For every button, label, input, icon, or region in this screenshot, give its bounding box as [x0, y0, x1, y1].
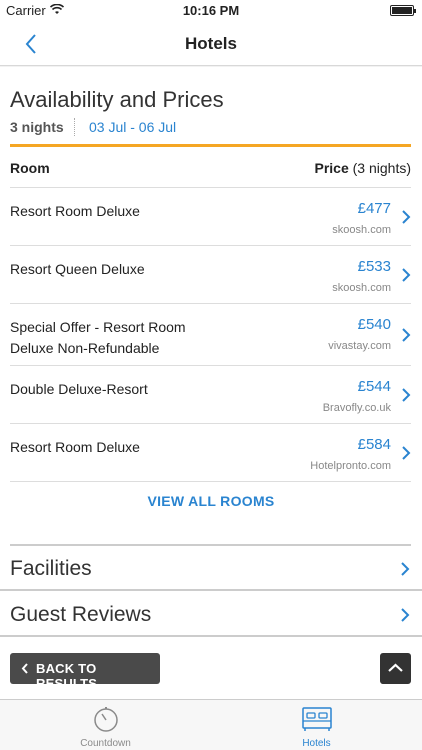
facilities-row[interactable]: Facilities: [0, 546, 422, 591]
chevron-right-icon: [402, 268, 411, 282]
back-to-results-label: BACK TO RESULTS: [36, 661, 98, 691]
room-row[interactable]: Double Deluxe-Resort £544 Bravofly.co.uk: [10, 366, 411, 424]
view-all-rooms-button[interactable]: VIEW ALL ROOMS: [0, 493, 422, 509]
tab-countdown[interactable]: Countdown: [0, 700, 211, 750]
chevron-right-icon: [401, 608, 410, 622]
tab-bar: Countdown Hotels: [0, 699, 422, 750]
room-price: £544: [357, 378, 391, 395]
room-price: £540: [357, 316, 391, 333]
room-name: Double Deluxe-Resort: [10, 381, 148, 397]
room-price: £533: [357, 258, 391, 275]
room-source: skoosh.com: [332, 282, 391, 294]
chevron-left-icon: [21, 663, 28, 674]
chevron-up-icon: [388, 663, 403, 672]
chevron-right-icon: [402, 388, 411, 402]
tab-hotels-label: Hotels: [302, 738, 331, 749]
chevron-right-icon: [402, 328, 411, 342]
room-row[interactable]: Resort Queen Deluxe £533 skoosh.com: [10, 246, 411, 304]
room-row[interactable]: Special Offer - Resort Room Deluxe Non-R…: [10, 304, 411, 366]
chevron-right-icon: [402, 446, 411, 460]
guest-reviews-label: Guest Reviews: [10, 603, 152, 626]
room-price: £584: [357, 436, 391, 453]
room-row[interactable]: Resort Room Deluxe £477 skoosh.com: [10, 188, 411, 246]
room-name: Resort Queen Deluxe: [10, 261, 145, 277]
chevron-right-icon: [401, 562, 410, 576]
header-room: Room: [10, 160, 50, 176]
room-name: Resort Room Deluxe: [10, 439, 140, 455]
date-range[interactable]: 03 Jul - 06 Jul: [89, 119, 176, 135]
nights-count: 3 nights: [10, 119, 64, 135]
guest-reviews-row[interactable]: Guest Reviews: [0, 592, 422, 637]
status-bar: Carrier 10:16 PM: [0, 0, 422, 22]
room-source: skoosh.com: [332, 224, 391, 236]
back-to-results-button[interactable]: BACK TO RESULTS: [10, 653, 160, 691]
tab-hotels[interactable]: Hotels: [211, 700, 422, 750]
chevron-right-icon: [402, 210, 411, 224]
battery-icon: [390, 5, 416, 16]
footer-actions: BACK TO RESULTS: [0, 639, 422, 699]
table-header: Room Price (3 nights): [10, 147, 411, 188]
room-source: Hotelpronto.com: [310, 460, 391, 472]
facilities-label: Facilities: [10, 557, 92, 580]
room-price: £477: [357, 200, 391, 217]
room-name: Resort Room Deluxe: [10, 203, 140, 219]
clock: 10:16 PM: [182, 3, 240, 18]
stopwatch-icon: [93, 707, 118, 732]
page-title: Hotels: [185, 34, 237, 53]
divider: [74, 118, 75, 136]
tab-countdown-label: Countdown: [80, 738, 131, 749]
room-source: vivastay.com: [328, 340, 391, 352]
scroll-to-top-button[interactable]: [380, 653, 411, 684]
header-price: Price (3 nights): [314, 160, 412, 176]
room-row[interactable]: Resort Room Deluxe £584 Hotelpronto.com: [10, 424, 411, 482]
room-name: Special Offer - Resort Room Deluxe Non-R…: [10, 319, 186, 356]
hotel-details: Availability and Prices 3 nights 03 Jul …: [0, 67, 422, 699]
navigation-bar: Hotels: [0, 22, 422, 66]
availability-title: Availability and Prices: [10, 87, 224, 112]
bed-icon: [301, 707, 332, 731]
room-source: Bravofly.co.uk: [322, 402, 391, 414]
